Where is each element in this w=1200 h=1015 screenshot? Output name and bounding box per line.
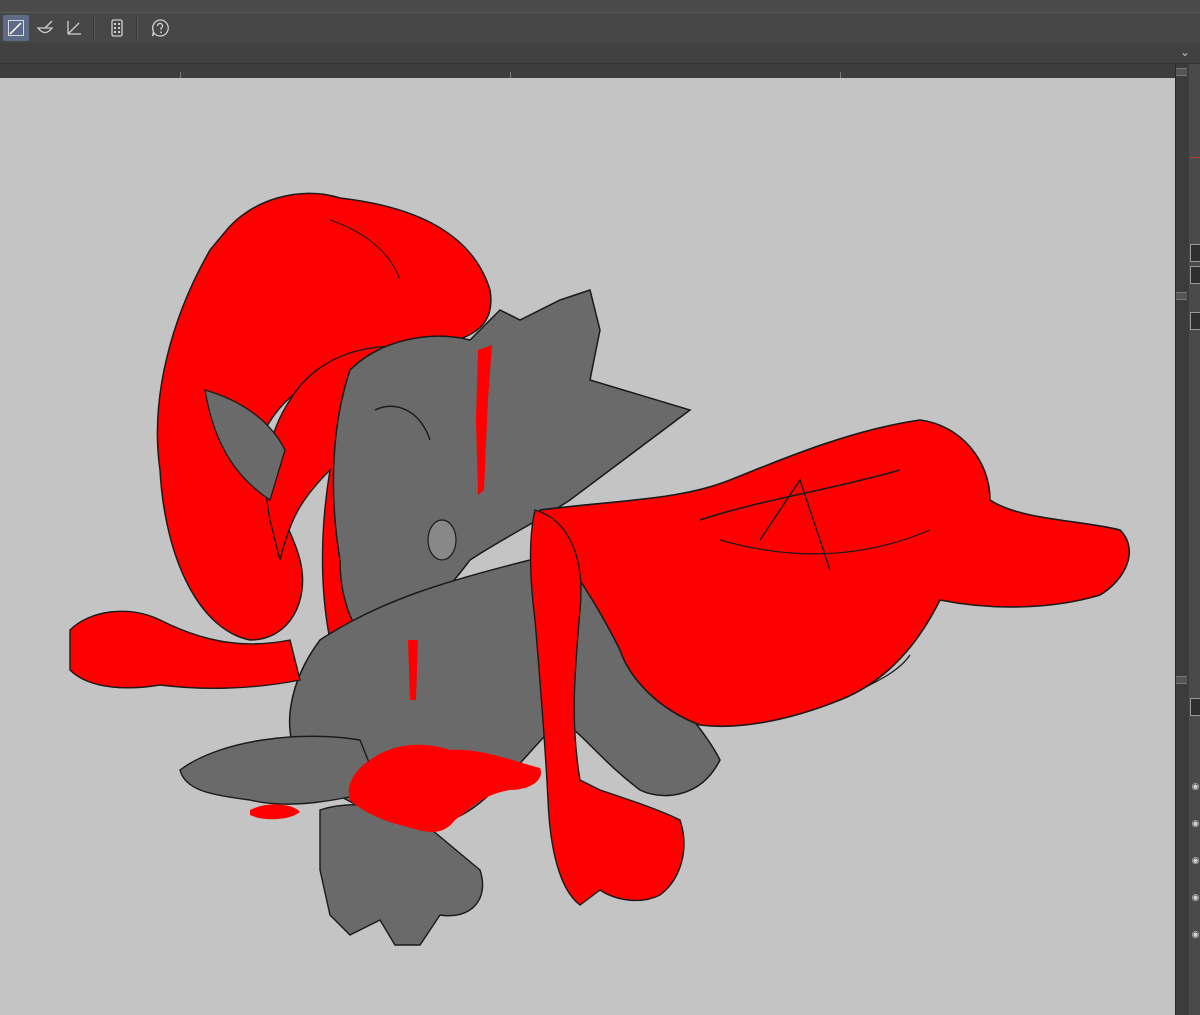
mobile-device-icon bbox=[111, 19, 123, 37]
window-top-strip bbox=[0, 0, 1200, 12]
panel-handle[interactable] bbox=[1176, 68, 1187, 76]
eye-icon[interactable]: ◉ bbox=[1190, 893, 1200, 903]
tool-device-button[interactable] bbox=[104, 15, 130, 41]
eye-icon[interactable]: ◉ bbox=[1190, 930, 1200, 940]
tool-brush-button[interactable] bbox=[32, 15, 58, 41]
secondary-bar: ⌄ bbox=[0, 43, 1200, 64]
right-side-panel: ◉ ◉ ◉ ◉ ◉ bbox=[1175, 64, 1200, 1015]
panel-field[interactable] bbox=[1190, 266, 1200, 284]
panel-strip bbox=[1189, 64, 1200, 1015]
drawing-canvas[interactable] bbox=[0, 78, 1175, 1015]
chevron-down-icon[interactable]: ⌄ bbox=[1180, 45, 1190, 59]
eye-shape bbox=[427, 519, 457, 561]
panel-field[interactable] bbox=[1190, 698, 1200, 716]
blood-drop bbox=[250, 804, 300, 820]
eye-icon[interactable]: ◉ bbox=[1190, 782, 1200, 792]
panel-red-marker bbox=[1190, 157, 1200, 158]
bowl-brush-icon bbox=[36, 20, 54, 34]
eye-icon[interactable]: ◉ bbox=[1190, 819, 1200, 829]
artwork bbox=[69, 192, 1131, 946]
toolbar-separator bbox=[93, 16, 95, 40]
tool-ruler-button[interactable] bbox=[61, 15, 87, 41]
gray-hand-shape bbox=[319, 804, 484, 946]
angle-ruler-icon bbox=[67, 21, 81, 35]
panel-field[interactable] bbox=[1190, 312, 1200, 330]
command-toolbar bbox=[0, 12, 1200, 44]
help-bubble-icon bbox=[151, 19, 169, 37]
app-window: ⌄ ◉ ◉ ◉ ◉ ◉ bbox=[0, 0, 1200, 1015]
select-arrow-icon bbox=[8, 20, 24, 36]
panel-field[interactable] bbox=[1190, 244, 1200, 262]
canvas-ruler bbox=[0, 64, 1175, 79]
eye-icon[interactable]: ◉ bbox=[1190, 856, 1200, 866]
tool-select-button[interactable] bbox=[3, 15, 29, 41]
panel-handle[interactable] bbox=[1176, 676, 1187, 684]
panel-handle[interactable] bbox=[1176, 292, 1187, 300]
toolbar-separator bbox=[136, 16, 138, 40]
tool-help-button[interactable] bbox=[147, 15, 173, 41]
